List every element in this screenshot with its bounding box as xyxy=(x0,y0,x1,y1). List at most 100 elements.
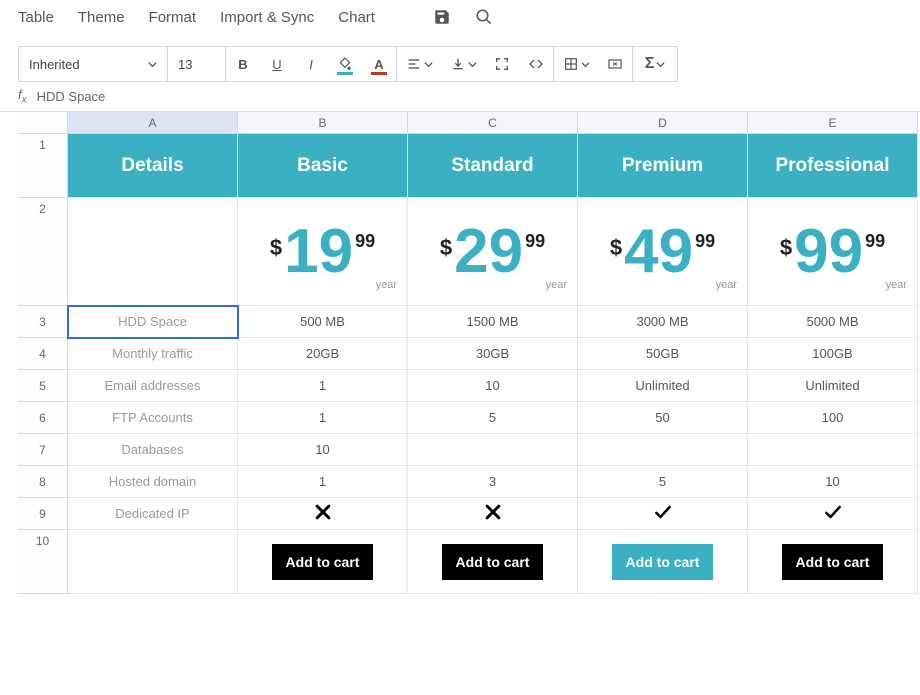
font-size-input[interactable]: 13 xyxy=(168,46,226,82)
cell-A8[interactable]: Hosted domain xyxy=(68,466,238,498)
code-button[interactable] xyxy=(519,47,553,81)
cell-D2[interactable]: $ 49 99 year xyxy=(578,198,748,306)
cell-C9[interactable] xyxy=(408,498,578,530)
cell-C1[interactable]: Standard xyxy=(408,134,578,198)
menu-table[interactable]: Table xyxy=(18,9,54,26)
cell-D8[interactable]: 5 xyxy=(578,466,748,498)
col-header-D[interactable]: D xyxy=(578,112,748,134)
fill-color-button[interactable] xyxy=(328,47,362,81)
row-header-5[interactable]: 5 xyxy=(18,370,68,402)
cell-D7[interactable] xyxy=(578,434,748,466)
cell-C7[interactable] xyxy=(408,434,578,466)
menu-theme[interactable]: Theme xyxy=(78,9,125,26)
cell-E1[interactable]: Professional xyxy=(748,134,918,198)
cell-B9[interactable] xyxy=(238,498,408,530)
cell-E4[interactable]: 100GB xyxy=(748,338,918,370)
cell-B3[interactable]: 500 MB xyxy=(238,306,408,338)
cell-C4[interactable]: 30GB xyxy=(408,338,578,370)
menu-format[interactable]: Format xyxy=(149,9,197,26)
col-header-C[interactable]: C xyxy=(408,112,578,134)
horizontal-align-button[interactable] xyxy=(397,47,441,81)
cell-D1[interactable]: Premium xyxy=(578,134,748,198)
cell-C2[interactable]: $ 29 99 year xyxy=(408,198,578,306)
font-family-select[interactable]: Inherited xyxy=(18,46,168,82)
cell-A3[interactable]: HDD Space xyxy=(68,306,238,338)
vertical-align-button[interactable] xyxy=(441,47,485,81)
cell-A2[interactable] xyxy=(68,198,238,306)
col-header-B[interactable]: B xyxy=(238,112,408,134)
grid-corner[interactable] xyxy=(18,112,68,134)
italic-button[interactable]: I xyxy=(294,47,328,81)
row-header-8[interactable]: 8 xyxy=(18,466,68,498)
col-header-A[interactable]: A xyxy=(68,112,238,134)
feature-value: Unlimited xyxy=(635,378,689,393)
cell-A9[interactable]: Dedicated IP xyxy=(68,498,238,530)
cell-B7[interactable]: 10 xyxy=(238,434,408,466)
row-header-9[interactable]: 9 xyxy=(18,498,68,530)
row-header-2[interactable]: 2 xyxy=(18,198,68,306)
cell-A4[interactable]: Monthly traffic xyxy=(68,338,238,370)
col-header-E[interactable]: E xyxy=(748,112,918,134)
row-header-6[interactable]: 6 xyxy=(18,402,68,434)
save-icon[interactable] xyxy=(433,8,451,26)
cell-D10[interactable]: Add to cart xyxy=(578,530,748,594)
cell-C3[interactable]: 1500 MB xyxy=(408,306,578,338)
cell-E10[interactable]: Add to cart xyxy=(748,530,918,594)
text-color-button[interactable]: A xyxy=(362,47,396,81)
cell-E8[interactable]: 10 xyxy=(748,466,918,498)
feature-value: 10 xyxy=(315,442,329,457)
feature-value: 100 xyxy=(822,410,844,425)
cell-B4[interactable]: 20GB xyxy=(238,338,408,370)
formula-bar[interactable]: fx HDD Space xyxy=(0,82,920,112)
row-header-7[interactable]: 7 xyxy=(18,434,68,466)
cell-B10[interactable]: Add to cart xyxy=(238,530,408,594)
cell-B1[interactable]: Basic xyxy=(238,134,408,198)
feature-value: 5 xyxy=(489,410,496,425)
add-to-cart-basic[interactable]: Add to cart xyxy=(272,544,374,580)
row-header-1[interactable]: 1 xyxy=(18,134,68,198)
cell-C8[interactable]: 3 xyxy=(408,466,578,498)
cell-A5[interactable]: Email addresses xyxy=(68,370,238,402)
cell-A7[interactable]: Databases xyxy=(68,434,238,466)
sum-button[interactable]: Σ xyxy=(633,47,677,81)
cell-E2[interactable]: $ 99 99 year xyxy=(748,198,918,306)
spreadsheet-grid: A B C D E 1 Details Basic Standard Premi… xyxy=(0,112,920,594)
add-to-cart-professional[interactable]: Add to cart xyxy=(782,544,884,580)
cell-A10[interactable] xyxy=(68,530,238,594)
cell-D4[interactable]: 50GB xyxy=(578,338,748,370)
cell-E7[interactable] xyxy=(748,434,918,466)
search-icon[interactable] xyxy=(475,8,493,26)
borders-button[interactable] xyxy=(554,47,598,81)
cell-D6[interactable]: 50 xyxy=(578,402,748,434)
cell-A1[interactable]: Details xyxy=(68,134,238,198)
cell-C10[interactable]: Add to cart xyxy=(408,530,578,594)
add-to-cart-standard[interactable]: Add to cart xyxy=(442,544,544,580)
menu-import-sync[interactable]: Import & Sync xyxy=(220,9,314,26)
cell-B8[interactable]: 1 xyxy=(238,466,408,498)
cell-D9[interactable] xyxy=(578,498,748,530)
cell-D3[interactable]: 3000 MB xyxy=(578,306,748,338)
fullscreen-button[interactable] xyxy=(485,47,519,81)
cell-C6[interactable]: 5 xyxy=(408,402,578,434)
menu-chart[interactable]: Chart xyxy=(338,9,375,26)
feature-label: Monthly traffic xyxy=(112,346,193,361)
cell-A6[interactable]: FTP Accounts xyxy=(68,402,238,434)
underline-button[interactable]: U xyxy=(260,47,294,81)
cell-B5[interactable]: 1 xyxy=(238,370,408,402)
row-header-3[interactable]: 3 xyxy=(18,306,68,338)
cell-E3[interactable]: 5000 MB xyxy=(748,306,918,338)
cell-C5[interactable]: 10 xyxy=(408,370,578,402)
add-to-cart-premium[interactable]: Add to cart xyxy=(612,544,714,580)
merge-cells-button[interactable] xyxy=(598,47,632,81)
feature-value: 3 xyxy=(489,474,496,489)
cell-B6[interactable]: 1 xyxy=(238,402,408,434)
bold-button[interactable]: B xyxy=(226,47,260,81)
row-header-10[interactable]: 10 xyxy=(18,530,68,594)
cell-E5[interactable]: Unlimited xyxy=(748,370,918,402)
feature-value: 5 xyxy=(659,474,666,489)
cell-D5[interactable]: Unlimited xyxy=(578,370,748,402)
cell-E6[interactable]: 100 xyxy=(748,402,918,434)
cell-E9[interactable] xyxy=(748,498,918,530)
row-header-4[interactable]: 4 xyxy=(18,338,68,370)
cell-B2[interactable]: $ 19 99 year xyxy=(238,198,408,306)
